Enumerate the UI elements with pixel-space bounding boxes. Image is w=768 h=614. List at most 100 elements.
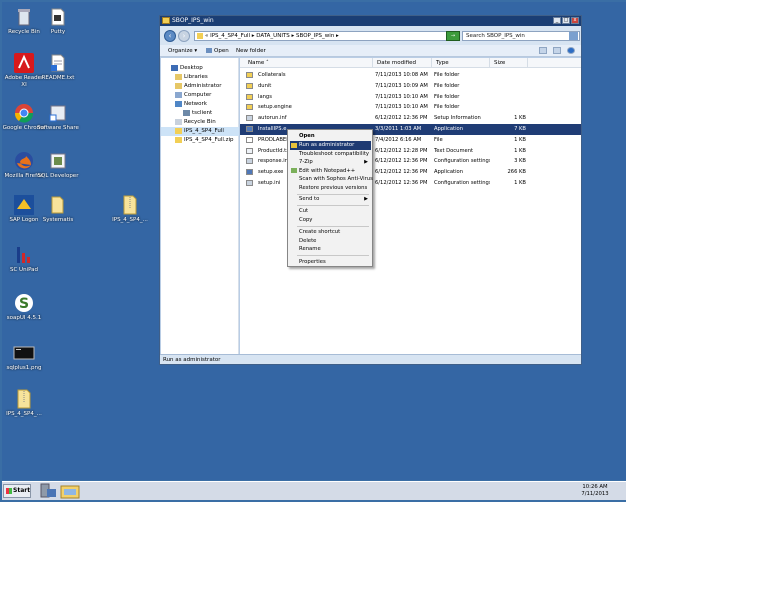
column-type[interactable]: Type [432, 58, 490, 68]
organize-button[interactable]: Organize ▾ [168, 45, 197, 57]
nav-item-ips-full[interactable]: IPS_4_SP4_Full [161, 127, 239, 136]
menu-item-rename[interactable]: Rename [290, 245, 371, 254]
preview-pane-icon[interactable] [553, 47, 561, 54]
user-folder-icon [175, 82, 182, 89]
nav-item-desktop[interactable]: Desktop [161, 64, 239, 73]
file-row[interactable]: dunit 7/11/2013 10:09 AM File folder [240, 81, 581, 92]
file-row[interactable]: Collaterals 7/11/2013 10:08 AM File folder [240, 70, 581, 81]
file-size: 1 KB [514, 115, 526, 122]
desktop-icon-ips-zip[interactable]: IPS_4_SP4_... [108, 194, 152, 224]
desktop-icon-soapui[interactable]: S soapUI 4.5.1 [2, 292, 46, 322]
windows-logo-icon [6, 488, 12, 494]
nav-item-network[interactable]: Network [161, 100, 239, 109]
navigation-pane: Desktop Libraries Administrator Computer… [161, 58, 239, 354]
desktop-icon-systematis[interactable]: Systematis [36, 194, 80, 224]
nav-item-administrator[interactable]: Administrator [161, 82, 239, 91]
firefox-icon [13, 150, 35, 172]
new-folder-button[interactable]: New folder [236, 45, 266, 57]
nav-item-tsclient[interactable]: tsclient [161, 109, 239, 118]
file-row[interactable]: langs 7/11/2013 10:10 AM File folder [240, 92, 581, 103]
file-size: 1 KB [514, 147, 526, 154]
file-name: setup.engine [258, 104, 292, 111]
file-type: Configuration settings [434, 180, 490, 186]
command-bar: Organize ▾ Open New folder [160, 45, 581, 57]
menu-item-delete[interactable]: Delete [290, 237, 371, 246]
search-icon[interactable] [569, 32, 578, 40]
desktop-icon-sql-developer[interactable]: SQL Developer [36, 150, 80, 180]
maximize-button[interactable]: □ [562, 17, 570, 24]
desktop-icon-software-share[interactable]: Software Share [36, 102, 80, 132]
menu-item-run-as-administrator[interactable]: Run as administrator [290, 141, 371, 150]
nav-item-libraries[interactable]: Libraries [161, 73, 239, 82]
menu-item-notepad[interactable]: Edit with Notepad++ [290, 167, 371, 176]
minimize-button[interactable]: _ [553, 17, 561, 24]
desktop-icon-putty[interactable]: Putty [36, 6, 80, 36]
file-size: 266 KB [507, 169, 526, 176]
search-placeholder: Search SBOP_IPS_win [466, 33, 525, 39]
folder-icon [175, 127, 182, 134]
file-type: Configuration settings [434, 158, 490, 165]
refresh-button[interactable]: → [446, 31, 460, 41]
nav-item-recycle-bin[interactable]: Recycle Bin [161, 118, 239, 127]
text-file-icon [246, 147, 253, 154]
file-row[interactable]: setup.engine 7/11/2013 10:10 AM File folde… [240, 102, 581, 113]
column-name[interactable]: Name ˄ [240, 58, 373, 68]
network-drive-icon [183, 109, 190, 116]
notepad-plus-icon [291, 168, 297, 173]
screen: Recycle Bin Putty Adobe Reader XI README… [0, 0, 626, 502]
help-icon[interactable] [567, 47, 575, 54]
desktop-icon-ips-zip-2[interactable]: IPS_4_SP4_... [2, 388, 46, 418]
menu-item-troubleshoot[interactable]: Troubleshoot compatibility [290, 150, 371, 159]
settings-file-icon [246, 180, 253, 186]
menu-item-7zip[interactable]: 7-Zip ▶ [290, 158, 371, 167]
taskbar: Start 10:26 AM 7/11/2013 [2, 481, 626, 500]
menu-item-properties[interactable]: Properties [290, 258, 371, 267]
file-date: 6/12/2012 12:28 PM [375, 147, 428, 154]
desktop-icon-readme[interactable]: README.txt [36, 52, 80, 82]
file-row[interactable]: autorun.inf 6/12/2012 12:36 PM Setup Infor… [240, 113, 581, 124]
menu-item-sophos-scan[interactable]: Scan with Sophos Anti-Virus [290, 175, 373, 184]
start-button[interactable]: Start [3, 484, 31, 498]
settings-file-icon [246, 158, 253, 165]
system-tray[interactable]: 10:26 AM 7/11/2013 [564, 482, 626, 500]
file-size: 7 KB [514, 126, 526, 132]
search-input[interactable]: Search SBOP_IPS_win [462, 31, 580, 41]
view-options-icon[interactable] [539, 47, 547, 54]
shield-icon [291, 142, 297, 148]
address-bar[interactable]: « IPS_4_SP4_Full ▸ DATA_UNITS ▸ SBOP_IPS… [194, 31, 459, 41]
nav-item-computer[interactable]: Computer [161, 91, 239, 100]
application-icon [246, 126, 253, 132]
menu-item-restore-previous[interactable]: Restore previous versions [290, 184, 371, 193]
file-date: 6/12/2012 12:36 PM [375, 180, 428, 186]
nav-item-ips-zip[interactable]: IPS_4_SP4_Full.zip [161, 136, 239, 145]
column-size[interactable]: Size [490, 58, 528, 68]
back-button[interactable]: ‹ [164, 30, 176, 42]
open-button[interactable]: Open [206, 45, 229, 57]
window-titlebar[interactable]: SBOP_IPS_win _ □ x [160, 16, 581, 26]
menu-item-create-shortcut[interactable]: Create shortcut [290, 228, 371, 237]
folder-icon [246, 82, 253, 89]
desktop-icon-sc-unipad[interactable]: SC UniPad [2, 244, 46, 274]
column-date-modified[interactable]: Date modified [373, 58, 432, 68]
close-button[interactable]: x [571, 17, 579, 24]
shortcut-icon [47, 102, 69, 124]
menu-item-copy[interactable]: Copy [290, 216, 371, 225]
computer-icon [175, 91, 182, 98]
zip-folder-icon [13, 388, 35, 410]
file-size: 1 KB [514, 180, 526, 186]
context-menu: Open Run as administrator Troubleshoot c… [287, 129, 373, 267]
zip-folder-icon [175, 136, 182, 143]
file-date: 3/3/2011 1:03 AM [375, 126, 422, 132]
menu-item-send-to[interactable]: Send to ▶ [290, 195, 371, 204]
forward-button[interactable]: › [178, 30, 190, 42]
libraries-icon [175, 73, 182, 80]
desktop-icon-sqlplus-png[interactable]: sqlplus1.png [2, 342, 46, 372]
file-date: 6/12/2012 12:36 PM [375, 169, 428, 176]
explorer-taskbar-icon[interactable] [60, 483, 80, 499]
menu-item-open[interactable]: Open [290, 132, 371, 141]
application-icon [246, 169, 253, 176]
recycle-bin-icon [13, 6, 35, 28]
menu-item-cut[interactable]: Cut [290, 207, 371, 216]
soapui-icon: S [13, 292, 35, 314]
server-manager-icon[interactable] [38, 483, 58, 499]
